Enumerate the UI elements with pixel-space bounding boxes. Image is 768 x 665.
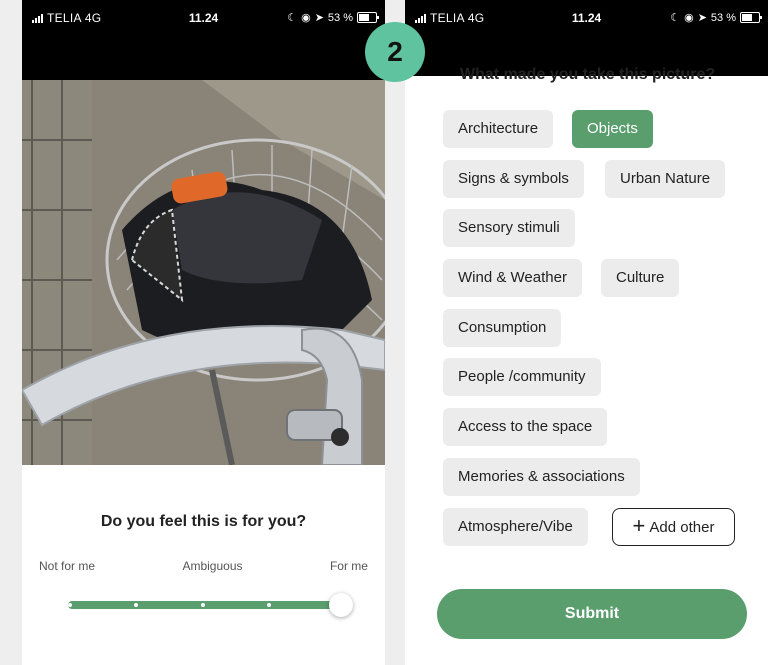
category-chip[interactable]: Wind & Weather [443, 259, 582, 297]
add-other-button[interactable]: + Add other [612, 508, 735, 546]
add-other-label: Add other [649, 518, 715, 536]
bicycle-basket-photo [22, 80, 385, 465]
step-badge: 2 [365, 22, 425, 82]
category-chip[interactable]: Memories & associations [443, 458, 640, 496]
slider-thumb[interactable] [329, 593, 353, 617]
question-title: Do you feel this is for you? [100, 513, 307, 530]
slider-tick [134, 603, 138, 607]
category-chip[interactable]: Access to the space [443, 408, 608, 446]
battery-icon [740, 12, 762, 23]
scale-labels: Not for me Ambiguous For me [39, 559, 368, 573]
orientation-lock-icon: ◉ [684, 12, 694, 24]
slider-tick [68, 603, 72, 607]
slider-tick [201, 603, 205, 607]
scale-label-max: For me [329, 559, 368, 573]
category-chip[interactable]: Consumption [443, 309, 562, 347]
right-phone-screen: TELIA 4G 11.24 ☾ ◉ ➤ 53 % What made you … [405, 0, 768, 665]
category-chip[interactable]: Culture [601, 259, 680, 297]
status-indicators: ☾ ◉ ➤ 53 % [287, 11, 379, 24]
submit-button[interactable]: Submit [437, 589, 747, 639]
category-chip[interactable]: Signs & symbols [443, 160, 584, 198]
category-chip[interactable]: Atmosphere/Vibe [443, 508, 588, 546]
category-chip[interactable]: Objects [572, 110, 653, 148]
scale-label-min: Not for me [39, 559, 96, 573]
location-icon: ➤ [314, 12, 324, 24]
photo-illustration [22, 80, 385, 465]
moon-icon: ☾ [287, 12, 298, 24]
category-chip[interactable]: Architecture [443, 110, 554, 148]
status-indicators: ☾ ◉ ➤ 53 % [670, 11, 762, 24]
scale-label-mid: Ambiguous [182, 559, 243, 573]
category-chip[interactable]: Sensory stimuli [443, 209, 575, 247]
battery-percent: 53 % [710, 11, 736, 24]
moon-icon: ☾ [670, 12, 681, 24]
category-chip[interactable]: Urban Nature [605, 160, 726, 198]
left-phone-screen: TELIA 4G 11.24 ☾ ◉ ➤ 53 % Do you feel th… [22, 0, 385, 665]
plus-icon: + [632, 513, 646, 538]
status-bar: TELIA 4G 11.24 ☾ ◉ ➤ 53 % [22, 0, 385, 80]
screen-subtitle: What made you take this picture? [460, 66, 716, 83]
location-icon: ➤ [697, 12, 707, 24]
category-chip[interactable]: People /community [443, 358, 601, 396]
battery-icon [357, 12, 379, 23]
slider-tick [267, 603, 271, 607]
subtitle-container: What made you take this picture? [405, 62, 768, 92]
battery-percent: 53 % [327, 11, 353, 24]
for-you-slider[interactable] [68, 593, 353, 617]
orientation-lock-icon: ◉ [301, 12, 311, 24]
status-bar: TELIA 4G 11.24 ☾ ◉ ➤ 53 % [405, 0, 768, 62]
